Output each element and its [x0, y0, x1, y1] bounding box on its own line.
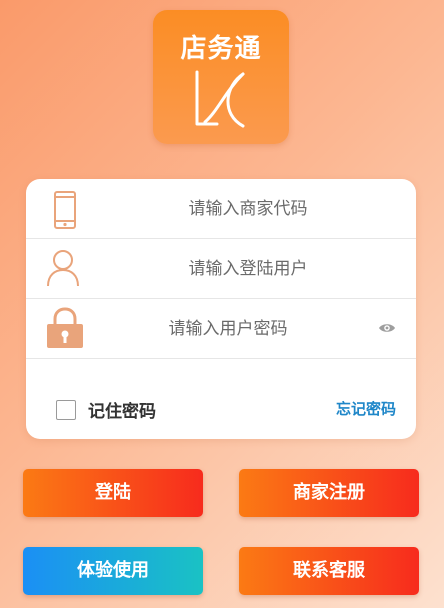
trial-button[interactable]: 体验使用: [23, 547, 203, 595]
remember-checkbox[interactable]: [56, 399, 76, 420]
register-button[interactable]: 商家注册: [239, 469, 419, 517]
forgot-password-link[interactable]: 忘记密码: [336, 398, 396, 419]
eye-icon[interactable]: [378, 321, 396, 335]
login-button[interactable]: 登陆: [23, 469, 203, 517]
app-logo-title: 店务通: [180, 34, 262, 64]
contact-service-button[interactable]: 联系客服: [239, 547, 419, 595]
username-row: [26, 239, 416, 299]
password-row: [26, 299, 416, 359]
phone-icon: [54, 191, 76, 229]
password-input[interactable]: [96, 311, 360, 347]
brand-mark-icon: [195, 70, 245, 128]
user-icon: [47, 250, 79, 287]
remember-password[interactable]: 记住密码: [56, 397, 156, 422]
lock-icon: [47, 307, 83, 348]
username-input[interactable]: [96, 251, 400, 287]
login-card: 记住密码 忘记密码: [26, 179, 416, 439]
remember-label: 记住密码: [88, 402, 156, 422]
app-logo: 店务通: [153, 10, 289, 144]
merchant-code-input[interactable]: [96, 191, 400, 227]
merchant-code-row: [26, 179, 416, 239]
